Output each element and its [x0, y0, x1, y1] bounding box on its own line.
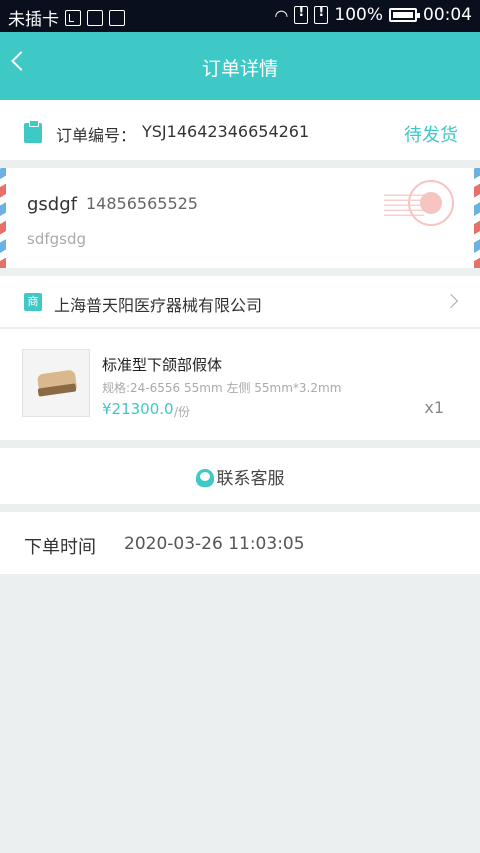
status-bar: 未插卡 ◠ 100% 00:04: [0, 0, 480, 32]
clipboard-icon: [24, 120, 42, 143]
image-notification-icon: [65, 9, 81, 26]
airmail-stamp-icon: [408, 180, 454, 226]
product-price: ¥21300.0: [102, 400, 174, 418]
shop-icon: 商: [24, 293, 42, 311]
recipient-address: sdfgsdg: [27, 230, 86, 248]
product-unit: /份: [174, 405, 191, 419]
carrier-text: 未插卡: [8, 10, 59, 30]
chevron-right-icon: [443, 293, 459, 309]
order-time-value: 2020-03-26 11:03:05: [124, 534, 305, 554]
contact-service-content: 联系客服: [0, 464, 480, 489]
product-quantity: x1: [424, 398, 444, 417]
contact-service-button[interactable]: 联系客服: [0, 448, 480, 504]
contact-service-label: 联系客服: [216, 469, 285, 489]
order-number-row: 订单编号： YSJ14642346654261 待发货: [0, 100, 480, 160]
airmail-stripe-right: [474, 168, 480, 268]
product-thumbnail: [22, 349, 90, 417]
page-title: 订单详情: [201, 58, 278, 80]
order-time-row: 下单时间 2020-03-26 11:03:05: [0, 512, 480, 574]
clock: 00:04: [423, 5, 472, 25]
seller-name: 上海普天阳医疗器械有限公司: [54, 296, 263, 315]
product-spec: 规格:24-6556 55mm 左侧 55mm*3.2mm: [102, 381, 342, 395]
recipient-phone: 14856565525: [86, 194, 198, 213]
battery-icon: [389, 8, 420, 22]
notification-icon: [87, 9, 103, 26]
order-number-label: 订单编号：: [56, 126, 137, 145]
status-bar-right: ◠ 100% 00:04: [274, 5, 472, 25]
airmail-stripe-left: [0, 168, 6, 268]
product-name: 标准型下颌部假体: [102, 356, 223, 374]
customer-service-icon: [195, 469, 214, 487]
battery-percent: 100%: [334, 5, 383, 25]
order-time-label: 下单时间: [24, 537, 96, 558]
order-status: 待发货: [404, 125, 458, 146]
product-item[interactable]: 标准型下颌部假体 规格:24-6556 55mm 左侧 55mm*3.2mm ¥…: [0, 329, 480, 440]
seller-row[interactable]: 商 上海普天阳医疗器械有限公司: [0, 276, 480, 328]
order-number-value: YSJ14642346654261: [142, 122, 310, 141]
upload-icon: [109, 9, 125, 26]
wifi-icon: ◠: [274, 5, 289, 25]
app-header: 订单详情: [0, 32, 480, 100]
sim-alert-icon: [294, 5, 309, 24]
shipping-address-card: gsdgf 14856565525 sdfgsdg: [0, 168, 480, 268]
recipient-name: gsdgf: [27, 194, 77, 215]
status-bar-left: 未插卡: [8, 5, 125, 30]
sim-alert-icon-2: [314, 5, 329, 24]
